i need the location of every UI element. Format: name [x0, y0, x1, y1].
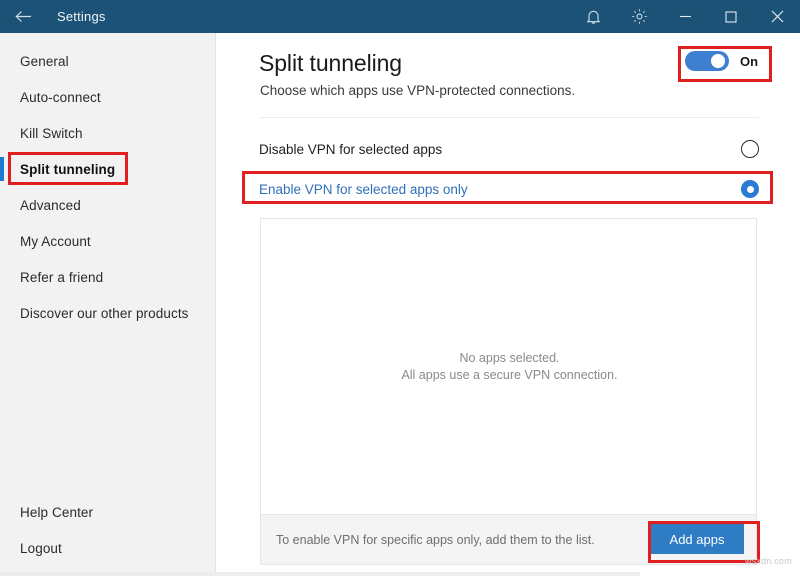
sidebar-item-label: Discover our other products — [20, 305, 189, 321]
empty-state-message: No apps selected. All apps use a secure … — [261, 350, 758, 384]
minimize-button[interactable] — [662, 0, 708, 33]
split-tunneling-toggle[interactable]: On — [685, 51, 758, 71]
sidebar-item-label: Split tunneling — [20, 161, 116, 177]
sidebar-item-general[interactable]: General — [0, 43, 216, 79]
settings-gear-button[interactable] — [616, 0, 662, 33]
watermark: wsxdn.com — [745, 556, 792, 566]
sidebar-item-help-center[interactable]: Help Center — [0, 494, 216, 530]
sidebar-item-label: Refer a friend — [20, 269, 104, 285]
sidebar-item-label: Help Center — [20, 504, 94, 520]
sidebar-item-logout[interactable]: Logout — [0, 530, 216, 566]
option-disable-vpn-selected-apps[interactable]: Disable VPN for selected apps — [259, 131, 761, 167]
notifications-button[interactable] — [570, 0, 616, 33]
sidebar-item-my-account[interactable]: My Account — [0, 223, 216, 259]
close-icon — [771, 10, 784, 23]
bell-icon — [586, 9, 601, 25]
sidebar-item-split-tunneling[interactable]: Split tunneling — [0, 151, 216, 187]
maximize-button[interactable] — [708, 0, 754, 33]
empty-state-line-2: All apps use a secure VPN connection. — [401, 368, 618, 382]
sidebar-item-label: Auto-connect — [20, 89, 101, 105]
selected-apps-list[interactable]: No apps selected. All apps use a secure … — [260, 218, 757, 515]
sidebar-item-label: General — [20, 53, 69, 69]
bottom-edge-sliver — [0, 572, 640, 576]
back-button[interactable] — [0, 0, 46, 33]
add-apps-button[interactable]: Add apps — [650, 524, 744, 554]
back-arrow-icon — [14, 10, 32, 23]
radio-button-unselected[interactable] — [741, 140, 759, 158]
header-divider — [259, 117, 759, 118]
empty-state-line-1: No apps selected. — [459, 351, 560, 365]
sidebar-item-label: Advanced — [20, 197, 81, 213]
main-content: Split tunneling Choose which apps use VP… — [217, 33, 800, 576]
sidebar: General Auto-connect Kill Switch Split t… — [0, 33, 216, 576]
page-subtitle: Choose which apps use VPN-protected conn… — [260, 83, 576, 98]
settings-window: Settings General Auto-connect Kill Switc… — [0, 0, 800, 576]
option-label: Enable VPN for selected apps only — [259, 181, 468, 197]
sidebar-item-kill-switch[interactable]: Kill Switch — [0, 115, 216, 151]
footer-hint-text: To enable VPN for specific apps only, ad… — [276, 532, 595, 547]
sidebar-item-label: Kill Switch — [20, 125, 83, 141]
sidebar-item-discover-products[interactable]: Discover our other products — [0, 295, 216, 331]
maximize-icon — [725, 10, 737, 23]
sidebar-item-label: My Account — [20, 233, 91, 249]
page-title: Split tunneling — [259, 50, 402, 76]
window-title: Settings — [57, 9, 106, 24]
toggle-track[interactable] — [685, 51, 729, 71]
app-list-footer: To enable VPN for specific apps only, ad… — [260, 515, 757, 565]
option-label: Disable VPN for selected apps — [259, 141, 443, 157]
active-indicator — [0, 157, 4, 181]
close-button[interactable] — [754, 0, 800, 33]
sidebar-item-advanced[interactable]: Advanced — [0, 187, 216, 223]
sidebar-item-label: Logout — [20, 540, 62, 556]
toggle-state-label: On — [740, 53, 759, 69]
option-enable-vpn-selected-apps-only[interactable]: Enable VPN for selected apps only — [259, 171, 761, 207]
gear-icon — [631, 8, 648, 25]
minimize-icon — [679, 11, 692, 22]
title-bar: Settings — [0, 0, 800, 33]
toggle-knob — [711, 54, 725, 68]
sidebar-item-auto-connect[interactable]: Auto-connect — [0, 79, 216, 115]
radio-button-selected[interactable] — [741, 180, 759, 198]
sidebar-item-refer-a-friend[interactable]: Refer a friend — [0, 259, 216, 295]
